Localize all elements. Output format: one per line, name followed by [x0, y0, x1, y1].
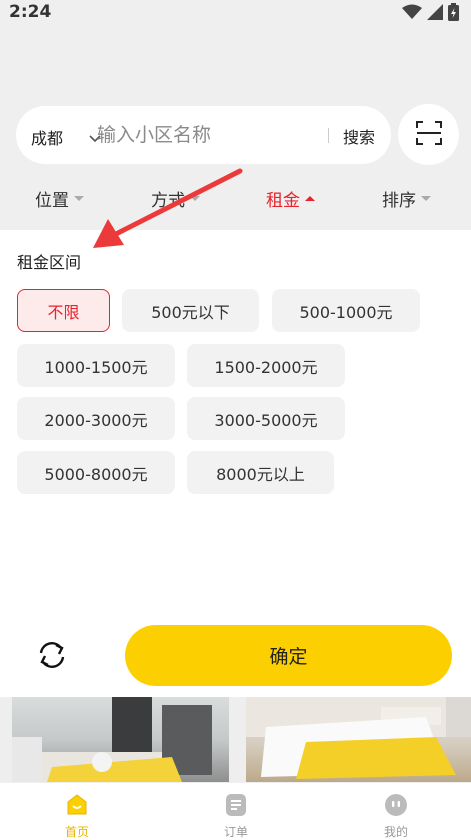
rent-option-chip[interactable]: 500-1000元: [272, 289, 420, 332]
filter-tab-label: 位置: [35, 191, 69, 211]
rent-option-chip[interactable]: 8000元以上: [187, 451, 334, 494]
order-icon: [224, 793, 248, 817]
rent-option-chip[interactable]: 500元以下: [122, 289, 259, 332]
tab-sort[interactable]: 排序: [382, 186, 431, 211]
search-divider: [328, 128, 329, 143]
home-icon: [65, 793, 89, 817]
city-selector[interactable]: 成都: [31, 125, 63, 149]
status-icons: [402, 3, 459, 25]
search-button[interactable]: 搜索: [343, 124, 375, 148]
tab-mode[interactable]: 方式: [151, 186, 200, 211]
tab-rent[interactable]: 租金: [266, 186, 315, 211]
nav-profile[interactable]: 我的: [356, 783, 436, 840]
wifi-icon: [402, 4, 422, 24]
filter-tab-label: 租金: [266, 191, 300, 211]
rent-option-chip[interactable]: 2000-3000元: [17, 397, 175, 440]
rent-option-chip[interactable]: 1000-1500元: [17, 344, 175, 387]
rent-option-chip[interactable]: 不限: [17, 289, 110, 332]
caret-down-icon: [190, 196, 200, 201]
scan-icon: [415, 120, 442, 149]
status-time: 2:24: [9, 2, 52, 22]
battery-icon: [448, 3, 459, 25]
listing-photo[interactable]: [12, 697, 229, 782]
listing-preview: [0, 697, 471, 782]
tab-location[interactable]: 位置: [35, 186, 84, 211]
search-box: 成都 搜索: [16, 106, 391, 164]
filter-tab-label: 排序: [382, 191, 416, 211]
nav-label: 首页: [64, 825, 89, 839]
listing-photo[interactable]: [246, 697, 471, 782]
nav-home[interactable]: 首页: [37, 783, 117, 840]
search-input[interactable]: [97, 120, 317, 150]
confirm-button[interactable]: 确定: [125, 625, 452, 686]
profile-icon: [384, 793, 408, 817]
caret-down-icon: [421, 196, 431, 201]
caret-up-icon: [305, 196, 315, 201]
reset-icon[interactable]: [34, 637, 70, 673]
nav-orders[interactable]: 订单: [196, 783, 276, 840]
rent-range-title: 租金区间: [17, 253, 82, 272]
rent-option-chip[interactable]: 1500-2000元: [187, 344, 345, 387]
filter-tab-label: 方式: [151, 191, 185, 211]
rent-option-chip[interactable]: 3000-5000元: [187, 397, 345, 440]
scan-button[interactable]: [398, 104, 459, 165]
nav-label: 订单: [223, 825, 248, 839]
signal-icon: [427, 4, 443, 24]
bottom-nav: 首页 订单 我的: [0, 782, 471, 840]
rent-option-chip[interactable]: 5000-8000元: [17, 451, 175, 494]
caret-down-icon: [74, 196, 84, 201]
status-bar: 2:24: [0, 0, 471, 26]
nav-label: 我的: [383, 825, 408, 839]
filter-bar: 位置 方式 租金 排序: [0, 178, 471, 218]
